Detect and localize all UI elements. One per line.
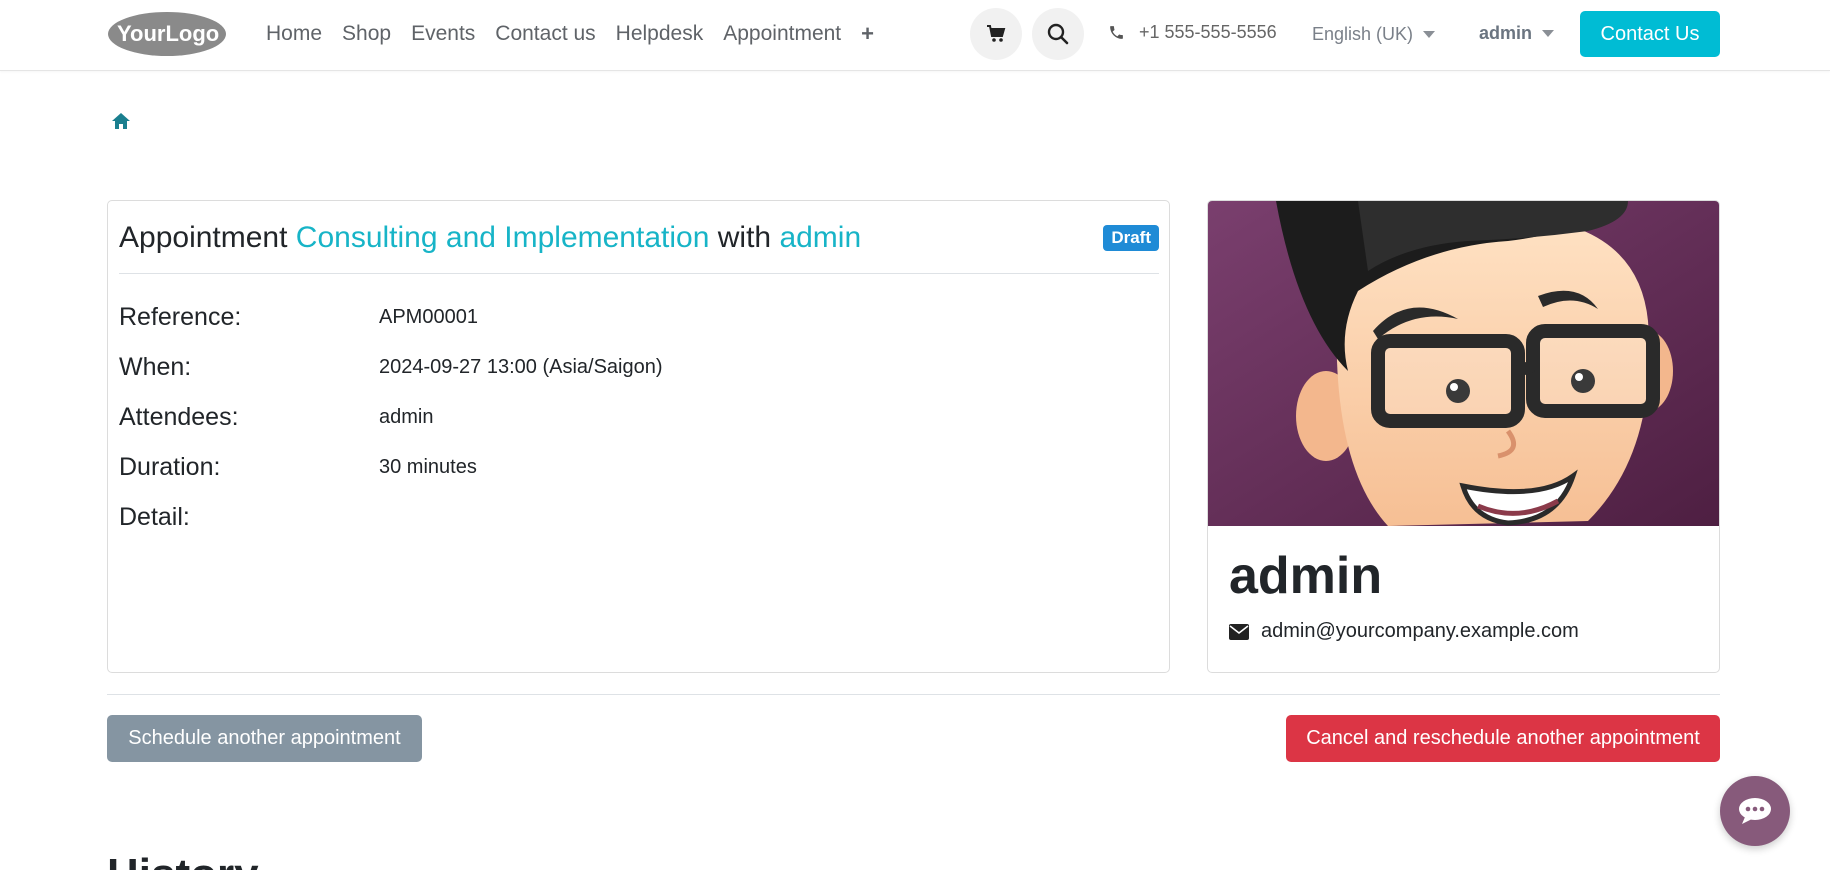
status-badge: Draft <box>1103 225 1159 251</box>
add-menu-icon[interactable]: + <box>861 20 874 48</box>
title-with: with <box>717 221 772 254</box>
user-menu[interactable]: admin <box>1479 23 1555 44</box>
detail-label: Detail: <box>119 503 190 531</box>
staff-email[interactable]: admin@yourcompany.example.com <box>1229 620 1579 643</box>
reference-label: Reference: <box>119 303 242 331</box>
nav-appointment[interactable]: Appointment <box>723 20 841 48</box>
contact-us-button[interactable]: Contact Us <box>1580 11 1720 57</box>
user-name: admin <box>1479 23 1533 43</box>
appointment-title: Appointment Consulting and Implementatio… <box>119 221 861 255</box>
nav-contact-us[interactable]: Contact us <box>495 20 595 48</box>
history-heading: History <box>107 850 259 870</box>
search-icon <box>1047 23 1069 45</box>
envelope-icon <box>1229 623 1249 640</box>
nav-shop[interactable]: Shop <box>342 20 391 48</box>
company-logo[interactable]: YourLogo <box>107 10 227 58</box>
when-label: When: <box>119 353 192 381</box>
nav-events[interactable]: Events <box>411 20 475 48</box>
attendees-label: Attendees: <box>119 403 239 431</box>
schedule-another-button[interactable]: Schedule another appointment <box>107 715 422 762</box>
search-button[interactable] <box>1032 8 1084 60</box>
main-nav: Home Shop Events Contact us Helpdesk App… <box>266 20 874 48</box>
appointment-type-link[interactable]: Consulting and Implementation <box>296 221 710 254</box>
nav-helpdesk[interactable]: Helpdesk <box>616 20 704 48</box>
chevron-down-icon <box>1542 30 1555 37</box>
when-value: 2024-09-27 13:00 (Asia/Saigon) <box>379 356 663 378</box>
section-divider <box>107 694 1720 695</box>
attendees-value: admin <box>379 406 434 428</box>
cart-icon <box>987 25 1006 42</box>
chevron-down-icon <box>1423 31 1436 38</box>
staff-profile-card: admin admin@yourcompany.example.com <box>1207 200 1720 673</box>
logo-text: YourLogo <box>117 21 219 46</box>
cancel-reschedule-button[interactable]: Cancel and reschedule another appointmen… <box>1286 715 1720 762</box>
language-selector[interactable]: English (UK) <box>1312 24 1436 45</box>
staff-name: admin <box>1229 547 1383 605</box>
phone-icon <box>1110 26 1123 39</box>
live-chat-button[interactable] <box>1720 776 1790 846</box>
title-divider <box>119 273 1159 274</box>
language-label: English (UK) <box>1312 24 1414 44</box>
nav-home[interactable]: Home <box>266 20 322 48</box>
title-prefix: Appointment <box>119 221 288 254</box>
phone-number: +1 555-555-5556 <box>1139 22 1277 42</box>
appointment-card: Appointment Consulting and Implementatio… <box>107 200 1170 673</box>
home-icon[interactable] <box>111 111 131 131</box>
phone-contact[interactable]: +1 555-555-5556 <box>1108 22 1277 43</box>
reference-value: APM00001 <box>379 306 478 328</box>
chat-bubble-icon <box>1739 798 1771 824</box>
staff-avatar <box>1208 201 1719 526</box>
duration-value: 30 minutes <box>379 456 477 478</box>
staff-name-link[interactable]: admin <box>779 221 861 254</box>
email-text: admin@yourcompany.example.com <box>1261 620 1579 642</box>
cart-button[interactable] <box>970 8 1022 60</box>
duration-label: Duration: <box>119 453 221 481</box>
site-header: YourLogo Home Shop Events Contact us Hel… <box>0 0 1830 71</box>
